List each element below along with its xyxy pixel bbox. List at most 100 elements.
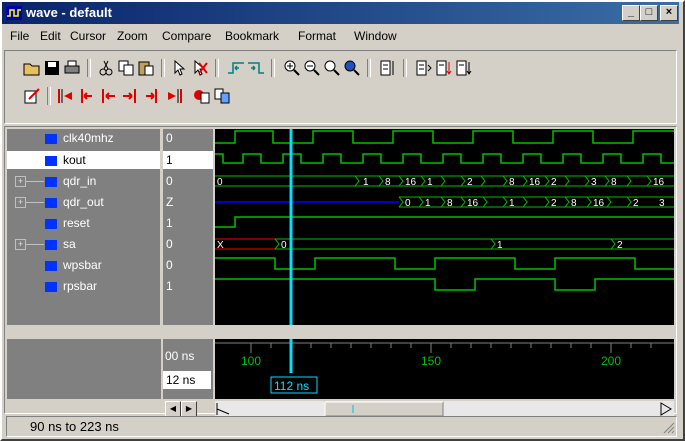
- wave-rpsbar: [215, 278, 674, 291]
- select-pointer-icon[interactable]: [171, 59, 189, 77]
- cursor-prev-icon[interactable]: [77, 87, 95, 105]
- wave-app-icon: [6, 6, 22, 20]
- menu-window[interactable]: Window: [354, 29, 397, 43]
- wave-qdr-in: 0 1 8 16 1 2 8 16 2 3 8 16: [215, 175, 674, 188]
- signal-icon: [45, 219, 57, 229]
- maximize-button[interactable]: □: [640, 5, 658, 21]
- signal-row-clk40mhz[interactable]: clk40mhz: [7, 129, 161, 147]
- signal-row-sa[interactable]: + sa: [7, 235, 161, 253]
- expand-list-icon[interactable]: [415, 59, 433, 77]
- signal-row-wpsbar[interactable]: wpsbar: [7, 256, 161, 274]
- signal-names-pane[interactable]: clk40mhz kout + qdr_in + qdr_out reset +…: [7, 129, 161, 325]
- signal-icon: [45, 261, 57, 271]
- signal-row-qdr-out[interactable]: + qdr_out: [7, 193, 161, 211]
- tick-label: 150: [421, 354, 441, 368]
- timeline-pane[interactable]: 100 150 200 112 ns: [215, 339, 674, 399]
- tree-line: [26, 202, 44, 203]
- wave-clk40mhz: [215, 130, 674, 144]
- signal-row-kout[interactable]: kout: [7, 151, 161, 169]
- bus-label: 16: [467, 198, 479, 209]
- signal-icon: [45, 156, 57, 166]
- value-cell: 0: [166, 237, 173, 251]
- value-scrollbar[interactable]: ◀ ▶: [163, 401, 213, 417]
- copy-icon[interactable]: [117, 59, 135, 77]
- waveform-pane[interactable]: 0 1 8 16 1 2 8 16 2 3 8 16 0 1 8 16 1 2 …: [215, 129, 674, 325]
- find-previous-edge-icon[interactable]: [227, 59, 245, 77]
- wave-wpsbar: [215, 257, 674, 270]
- signal-name: qdr_in: [63, 174, 97, 188]
- value-cell: 1: [166, 216, 173, 230]
- cursor-value-cell: 12 ns: [163, 371, 211, 389]
- toolbar-separator: [87, 59, 91, 77]
- bus-label: 2: [467, 177, 473, 188]
- compare-options-icon[interactable]: [213, 87, 231, 105]
- expand-icon[interactable]: +: [15, 197, 26, 208]
- signal-name: reset: [63, 216, 90, 230]
- menu-format[interactable]: Format: [298, 29, 336, 43]
- sort-list-icon[interactable]: [435, 59, 453, 77]
- find-next-edge-icon[interactable]: [247, 59, 265, 77]
- paste-icon[interactable]: [137, 59, 155, 77]
- close-button[interactable]: ×: [660, 5, 678, 21]
- cursor-last-icon[interactable]: [165, 87, 183, 105]
- minimize-button[interactable]: _: [622, 5, 640, 21]
- collapse-list-icon[interactable]: [455, 59, 473, 77]
- wave-reset: [215, 216, 674, 228]
- toolbar: [4, 50, 677, 124]
- cut-icon[interactable]: [97, 59, 115, 77]
- save-icon[interactable]: [43, 59, 61, 77]
- scroll-left-arrow-icon[interactable]: ◀: [165, 401, 181, 417]
- bus-label: 0: [217, 177, 223, 188]
- signal-row-reset[interactable]: reset: [7, 214, 161, 232]
- zoom-in-icon[interactable]: [283, 59, 301, 77]
- value-cell: Z: [166, 195, 174, 209]
- zoom-full-icon[interactable]: [343, 59, 361, 77]
- signal-values-pane[interactable]: 0 1 0 Z 1 0 0 1: [163, 129, 213, 325]
- menu-file[interactable]: File: [10, 29, 29, 43]
- toolbar-separator: [271, 59, 275, 77]
- bus-label: 2: [551, 198, 557, 209]
- menu-cursor[interactable]: Cursor: [70, 29, 106, 43]
- bus-label: 3: [591, 177, 597, 188]
- print-icon[interactable]: [63, 59, 81, 77]
- menu-zoom[interactable]: Zoom: [117, 29, 148, 43]
- menu-compare[interactable]: Compare: [162, 29, 211, 43]
- menu-bookmark[interactable]: Bookmark: [225, 29, 279, 43]
- bus-label: 16: [529, 177, 541, 188]
- cursor-right-edge-icon[interactable]: [121, 87, 139, 105]
- scroll-right-arrow-icon[interactable]: ▶: [181, 401, 197, 417]
- waveform-scrollbar[interactable]: [215, 401, 674, 417]
- zoom-out-icon[interactable]: [303, 59, 321, 77]
- bus-label: 8: [509, 177, 515, 188]
- menu-bar: File Edit Cursor Zoom Compare Bookmark F…: [2, 26, 679, 46]
- bus-label: 1: [497, 240, 503, 251]
- insert-divider-icon[interactable]: [379, 59, 397, 77]
- zoom-area-icon[interactable]: [323, 59, 341, 77]
- cursor-next-icon[interactable]: [143, 87, 161, 105]
- bus-icon: [45, 240, 57, 250]
- wave-window: wave - default _ □ × File Edit Cursor Zo…: [0, 0, 685, 441]
- open-folder-icon[interactable]: [23, 59, 41, 77]
- menu-edit[interactable]: Edit: [40, 29, 61, 43]
- signal-row-rpsbar[interactable]: rpsbar: [7, 277, 161, 295]
- timeline-value-area: 00 ns 12 ns: [163, 339, 213, 399]
- tick-label: 100: [241, 354, 261, 368]
- cursor-time-label: 112 ns: [274, 379, 309, 393]
- signal-row-qdr-in[interactable]: + qdr_in: [7, 172, 161, 190]
- status-bar: 90 ns to 223 ns: [4, 416, 677, 437]
- delete-pointer-icon[interactable]: [191, 59, 209, 77]
- cursor-left-edge-icon[interactable]: [99, 87, 117, 105]
- expand-icon[interactable]: +: [15, 239, 26, 250]
- signal-name: sa: [63, 237, 76, 251]
- edit-properties-icon[interactable]: [23, 87, 41, 105]
- cursor-first-icon[interactable]: [57, 87, 75, 105]
- value-cell: 1: [163, 151, 213, 169]
- expand-icon[interactable]: +: [15, 176, 26, 187]
- resize-grip-icon[interactable]: [663, 422, 675, 434]
- bus-label: 16: [653, 177, 665, 188]
- bus-icon: [45, 177, 57, 187]
- bus-label: 2: [551, 177, 557, 188]
- compare-icon[interactable]: [193, 87, 211, 105]
- signal-name: qdr_out: [63, 195, 104, 209]
- wave-qdr-out: 0 1 8 16 1 2 8 16 2 3: [215, 196, 674, 209]
